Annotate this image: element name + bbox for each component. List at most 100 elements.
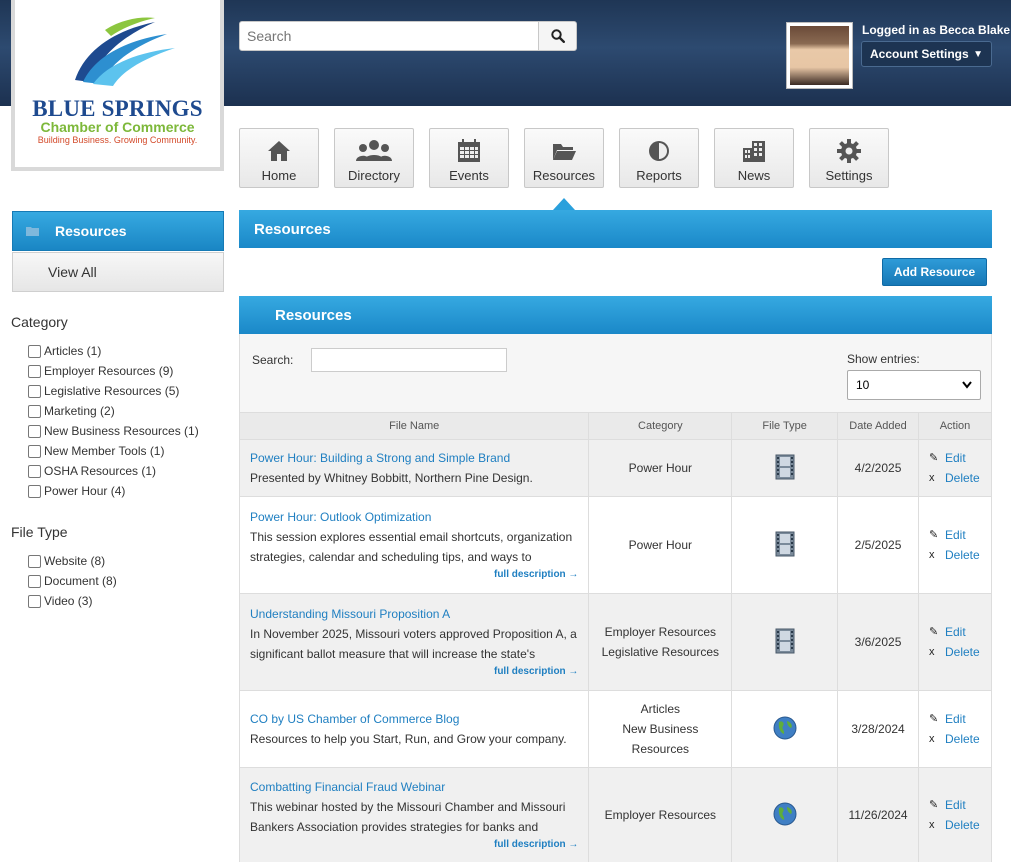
sidebar-item-resources[interactable]: Resources (12, 211, 224, 251)
resource-description: significant ballot measure that will inc… (250, 647, 536, 661)
table-header-row: File Name Category File Type Date Added … (238, 412, 992, 440)
filter-category[interactable]: Power Hour (4) (28, 482, 125, 500)
filter-label: Video (3) (44, 594, 93, 608)
resource-title-link[interactable]: Combatting Financial Fraud Webinar (250, 777, 578, 797)
user-avatar[interactable] (786, 22, 853, 89)
column-header[interactable]: File Name (238, 412, 590, 440)
resource-description: In November 2025, Missouri voters approv… (250, 627, 577, 641)
delete-link[interactable]: Delete (945, 468, 980, 488)
checkbox[interactable] (28, 554, 41, 568)
file-type-cell (731, 439, 839, 497)
category-heading: Category (11, 314, 68, 330)
filter-category[interactable]: OSHA Resources (1) (28, 462, 156, 480)
delete-link[interactable]: Delete (945, 815, 980, 835)
filter-category[interactable]: Marketing (2) (28, 402, 115, 420)
resource-description: Bankers Association provides strategies … (250, 820, 539, 834)
action-cell: ✎ Edit x Delete (918, 439, 992, 497)
column-header[interactable]: Date Added (837, 412, 919, 440)
resource-title-link[interactable]: CO by US Chamber of Commerce Blog (250, 709, 578, 729)
action-cell: ✎ Edit x Delete (918, 496, 992, 594)
checkbox[interactable] (28, 594, 41, 608)
delete-action[interactable]: x Delete (929, 468, 991, 488)
close-icon: x (929, 819, 935, 831)
nav-reports[interactable]: Reports (619, 128, 699, 188)
avatar-photo (790, 26, 849, 85)
column-header[interactable]: File Type (731, 412, 839, 440)
nav-home[interactable]: Home (239, 128, 319, 188)
edit-action[interactable]: ✎ Edit (929, 525, 991, 545)
delete-link[interactable]: Delete (945, 729, 980, 749)
filter-filetype[interactable]: Website (8) (28, 552, 105, 570)
entries-select[interactable]: 10 (847, 370, 981, 400)
nav-events[interactable]: Events (429, 128, 509, 188)
full-description-link[interactable]: full description → (250, 664, 578, 680)
table-search-label: Search: (252, 353, 294, 367)
chamber-logo[interactable]: BLUE SPRINGS Chamber of Commerce Buildin… (11, 0, 224, 171)
close-icon: x (929, 733, 935, 745)
resource-description: This webinar hosted by the Missouri Cham… (250, 800, 566, 814)
resource-title-link[interactable]: Power Hour: Building a Strong and Simple… (250, 448, 578, 468)
checkbox[interactable] (28, 344, 41, 358)
column-header[interactable]: Category (588, 412, 733, 440)
filter-category[interactable]: New Member Tools (1) (28, 442, 164, 460)
nav-directory[interactable]: Directory (334, 128, 414, 188)
filter-label: New Member Tools (1) (44, 444, 165, 458)
edit-link[interactable]: Edit (945, 525, 966, 545)
resource-title-link[interactable]: Understanding Missouri Proposition A (250, 604, 578, 624)
nav-settings-label: Settings (825, 168, 873, 183)
filter-category[interactable]: Legislative Resources (5) (28, 382, 179, 400)
edit-action[interactable]: ✎ Edit (929, 622, 991, 642)
edit-action[interactable]: ✎ Edit (929, 795, 991, 815)
page-title: Resources (254, 220, 331, 238)
nav-news[interactable]: News (714, 128, 794, 188)
nav-settings[interactable]: Settings (809, 128, 889, 188)
delete-action[interactable]: x Delete (929, 815, 991, 835)
account-settings-button[interactable]: Account Settings ▼ (861, 41, 992, 67)
resource-title-link[interactable]: Power Hour: Outlook Optimization (250, 507, 578, 527)
edit-link[interactable]: Edit (945, 622, 966, 642)
search-input[interactable] (239, 21, 539, 51)
filter-category[interactable]: New Business Resources (1) (28, 422, 199, 440)
edit-link[interactable]: Edit (945, 795, 966, 815)
edit-link[interactable]: Edit (945, 448, 966, 468)
action-cell: ✎ Edit x Delete (918, 593, 992, 691)
checkbox[interactable] (28, 574, 41, 588)
checkbox[interactable] (28, 444, 41, 458)
pencil-icon: ✎ (929, 529, 939, 541)
delete-link[interactable]: Delete (945, 642, 980, 662)
video-file-icon (775, 454, 795, 479)
filter-category[interactable]: Articles (1) (28, 342, 101, 360)
filter-filetype[interactable]: Document (8) (28, 572, 117, 590)
panel-title: Resources (275, 306, 352, 324)
checkbox[interactable] (28, 384, 41, 398)
nav-resources-label: Resources (532, 168, 596, 183)
checkbox[interactable] (28, 404, 41, 418)
filter-filetype[interactable]: Video (3) (28, 592, 92, 610)
full-description-link[interactable]: full description → (250, 837, 578, 853)
sidebar-item-view-all[interactable]: View All (12, 252, 224, 292)
checkbox[interactable] (28, 464, 41, 478)
filter-label: Marketing (2) (44, 404, 115, 418)
table-search-input[interactable] (311, 348, 507, 372)
checkbox[interactable] (28, 484, 41, 498)
full-description-link[interactable]: full description → (250, 567, 578, 583)
delete-link[interactable]: Delete (945, 545, 980, 565)
video-file-icon (775, 628, 795, 653)
pencil-icon: ✎ (929, 799, 939, 811)
edit-link[interactable]: Edit (945, 709, 966, 729)
page-title-bar: Resources (239, 210, 992, 248)
edit-action[interactable]: ✎ Edit (929, 448, 991, 468)
file-name-cell: Understanding Missouri Proposition A In … (238, 593, 590, 691)
sidebar-item-label: View All (48, 264, 97, 280)
edit-action[interactable]: ✎ Edit (929, 709, 991, 729)
delete-action[interactable]: x Delete (929, 642, 991, 662)
checkbox[interactable] (28, 424, 41, 438)
search-button[interactable] (538, 21, 577, 51)
nav-resources[interactable]: Resources (524, 128, 604, 188)
checkbox[interactable] (28, 364, 41, 378)
delete-action[interactable]: x Delete (929, 729, 991, 749)
column-header: Action (918, 412, 992, 440)
filter-category[interactable]: Employer Resources (9) (28, 362, 173, 380)
add-resource-button[interactable]: Add Resource (882, 258, 987, 286)
delete-action[interactable]: x Delete (929, 545, 991, 565)
